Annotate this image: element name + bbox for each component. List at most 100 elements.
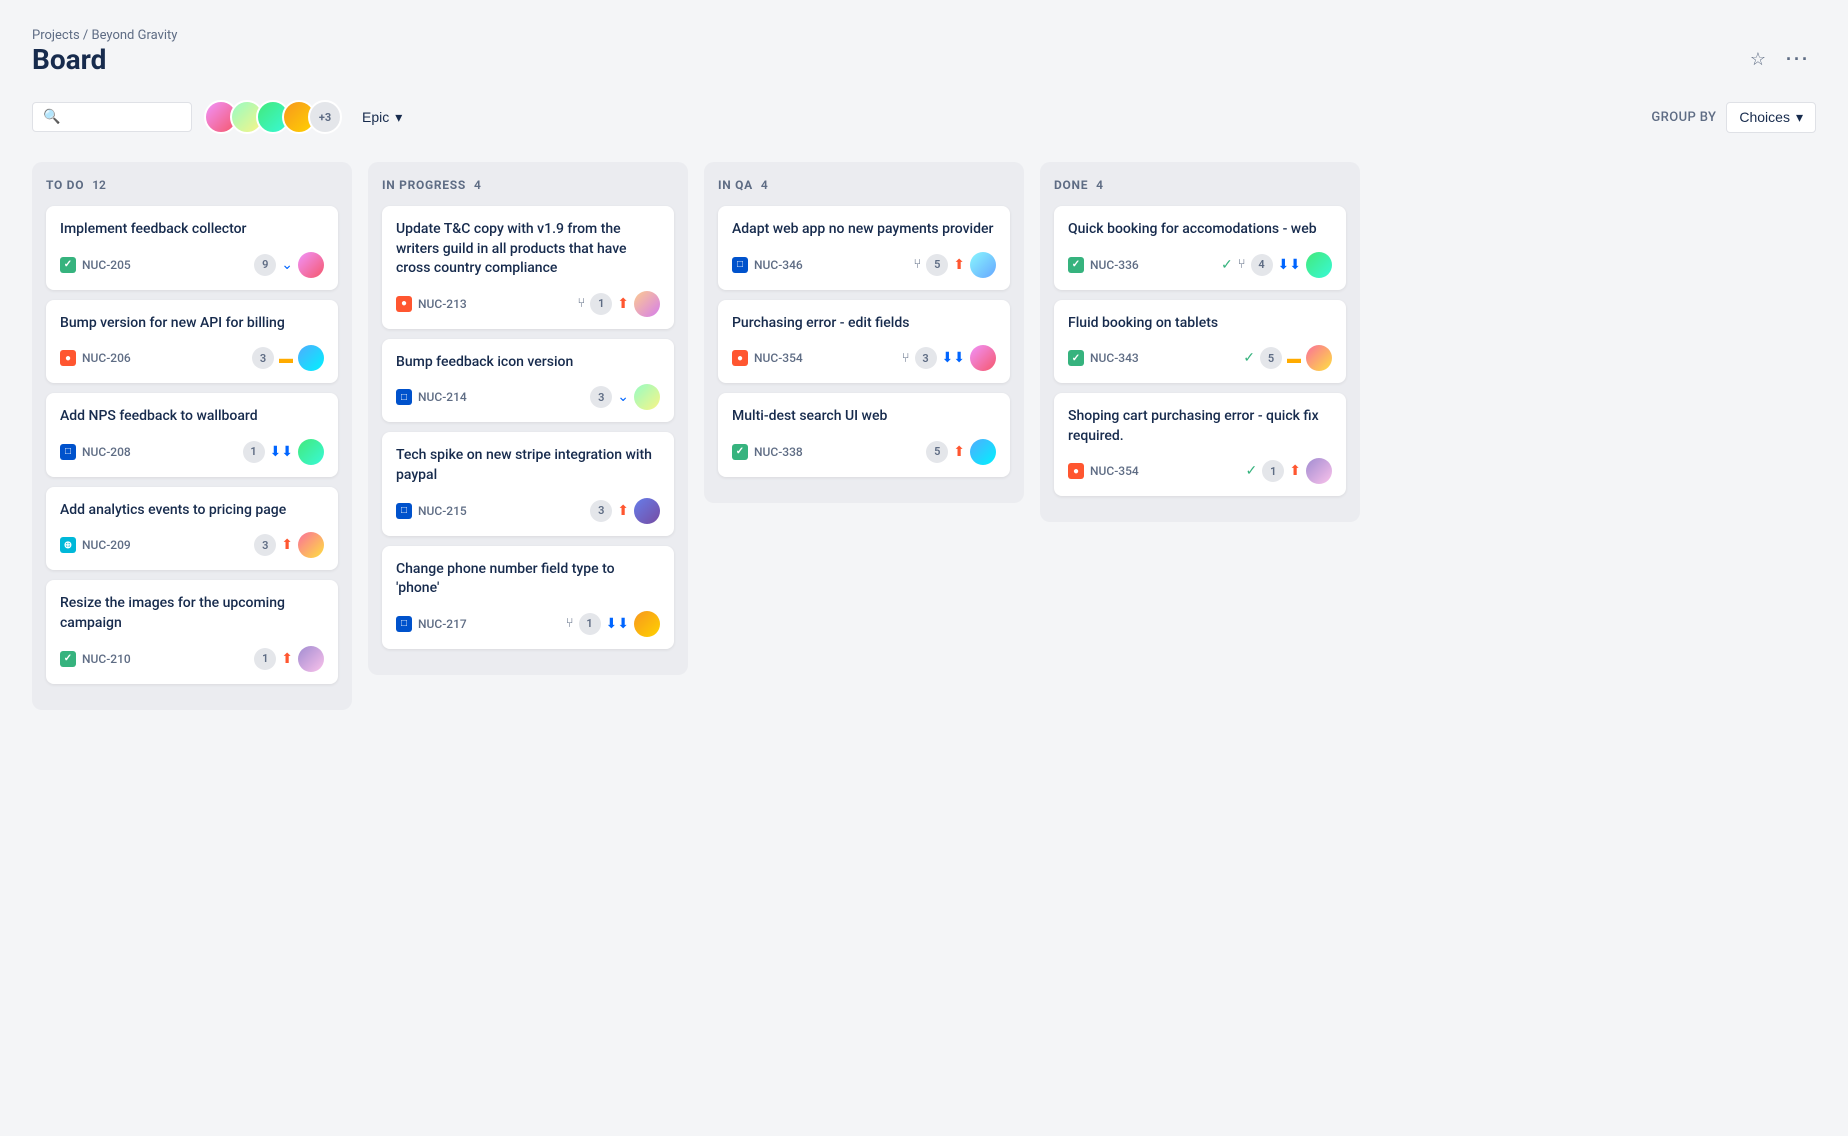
issue-type-icon: ●	[732, 350, 748, 366]
assignee-avatar[interactable]	[298, 439, 324, 465]
card-meta: ✓ ⑂ 4 ⬇⬇	[1221, 252, 1332, 278]
story-points: 5	[926, 254, 948, 276]
card-meta: 3 ⬆	[590, 498, 660, 524]
card[interactable]: Multi-dest search UI web ✓ NUC-338 5 ⬆	[718, 393, 1010, 477]
branch-icon: ⑂	[1238, 257, 1246, 272]
assignee-avatar[interactable]	[970, 439, 996, 465]
card[interactable]: Implement feedback collector ✓ NUC-205 9…	[46, 206, 338, 290]
story-points: 1	[254, 648, 276, 670]
card-meta: ⑂ 1 ⬇⬇	[566, 611, 660, 637]
issue-type-icon: □	[732, 257, 748, 273]
star-button[interactable]: ☆	[1744, 43, 1772, 76]
card-title: Fluid booking on tablets	[1068, 314, 1332, 334]
more-icon: ···	[1786, 49, 1810, 70]
assignee-avatar[interactable]	[298, 532, 324, 558]
assignee-avatar[interactable]	[298, 252, 324, 278]
check-icon: ✓	[1243, 350, 1255, 366]
assignee-avatar[interactable]	[970, 252, 996, 278]
more-button[interactable]: ···	[1780, 43, 1816, 76]
assignee-avatar[interactable]	[1306, 458, 1332, 484]
issue-type-icon: ✓	[60, 651, 76, 667]
issue-id: NUC-214	[418, 390, 467, 404]
column-header: IN PROGRESS 4	[382, 178, 674, 192]
assignee-avatar[interactable]	[634, 498, 660, 524]
story-points: 1	[590, 293, 612, 315]
card[interactable]: Quick booking for accomodations - web ✓ …	[1054, 206, 1346, 290]
epic-filter-button[interactable]: Epic ▾	[354, 103, 410, 132]
card-footer: ✓ NUC-205 9 ⌄	[60, 252, 324, 278]
card-title: Resize the images for the upcoming campa…	[60, 594, 324, 633]
issue-id: NUC-354	[754, 351, 803, 365]
card-meta: 3 ▬	[252, 345, 324, 371]
card[interactable]: Purchasing error - edit fields ● NUC-354…	[718, 300, 1010, 384]
assignee-avatar[interactable]	[298, 646, 324, 672]
assignee-avatar[interactable]	[1306, 345, 1332, 371]
card[interactable]: Add NPS feedback to wallboard □ NUC-208 …	[46, 393, 338, 477]
card[interactable]: Change phone number field type to 'phone…	[382, 546, 674, 649]
priority-low-icon: ⬇⬇	[1278, 257, 1301, 273]
priority-down-icon: ⌄	[281, 257, 293, 273]
choices-dropdown-button[interactable]: Choices ▾	[1726, 102, 1816, 133]
card[interactable]: Bump feedback icon version □ NUC-214 3 ⌄	[382, 339, 674, 423]
story-points: 1	[579, 613, 601, 635]
story-points: 3	[254, 534, 276, 556]
issue-type-icon: ●	[60, 350, 76, 366]
issue-id: NUC-354	[1090, 464, 1139, 478]
card-title: Quick booking for accomodations - web	[1068, 220, 1332, 240]
story-points: 5	[1260, 347, 1282, 369]
story-points: 4	[1251, 254, 1273, 276]
card[interactable]: Fluid booking on tablets ✓ NUC-343 ✓ 5 ▬	[1054, 300, 1346, 384]
assignee-avatar[interactable]	[634, 384, 660, 410]
column-header: TO DO 12	[46, 178, 338, 192]
story-points: 1	[1262, 460, 1284, 482]
card-meta: 1 ⬆	[254, 646, 324, 672]
story-points: 3	[252, 347, 274, 369]
assignee-avatar[interactable]	[634, 291, 660, 317]
card-meta: 3 ⬆	[254, 532, 324, 558]
branch-icon: ⑂	[902, 351, 910, 366]
priority-low-icon: ⬇⬇	[270, 444, 293, 460]
card[interactable]: Shoping cart purchasing error - quick fi…	[1054, 393, 1346, 496]
card-meta: ✓ 1 ⬆	[1246, 458, 1332, 484]
card-meta: 3 ⌄	[590, 384, 660, 410]
card[interactable]: Update T&C copy with v1.9 from the write…	[382, 206, 674, 329]
check-icon: ✓	[1246, 463, 1258, 479]
card[interactable]: Tech spike on new stripe integration wit…	[382, 432, 674, 535]
assignee-avatar[interactable]	[970, 345, 996, 371]
search-box[interactable]: 🔍	[32, 102, 192, 132]
search-icon: 🔍	[43, 109, 60, 125]
priority-high-icon: ⬆	[617, 296, 629, 312]
card-meta: ⑂ 3 ⬇⬇	[902, 345, 996, 371]
card-meta: 9 ⌄	[254, 252, 324, 278]
search-input[interactable]	[66, 109, 181, 125]
column-title: IN QA	[718, 178, 753, 192]
assignee-avatar[interactable]	[634, 611, 660, 637]
card-footer: ● NUC-213 ⑂ 1 ⬆	[396, 291, 660, 317]
card-footer: ✓ NUC-210 1 ⬆	[60, 646, 324, 672]
card-title: Adapt web app no new payments provider	[732, 220, 996, 240]
assignee-avatar[interactable]	[298, 345, 324, 371]
group-by-area: GROUP BY Choices ▾	[1651, 102, 1816, 133]
priority-medium-icon: ▬	[279, 350, 293, 367]
avatar-more[interactable]: +3	[308, 100, 342, 134]
column-title: TO DO	[46, 178, 84, 192]
card[interactable]: Bump version for new API for billing ● N…	[46, 300, 338, 384]
issue-id: NUC-209	[82, 538, 131, 552]
priority-high-icon: ⬆	[1289, 463, 1301, 479]
card-title: Purchasing error - edit fields	[732, 314, 996, 334]
card[interactable]: Adapt web app no new payments provider □…	[718, 206, 1010, 290]
issue-type-icon: □	[60, 444, 76, 460]
column-todo: TO DO 12 Implement feedback collector ✓ …	[32, 162, 352, 710]
story-points: 3	[590, 386, 612, 408]
story-points: 1	[243, 441, 265, 463]
card-title: Add NPS feedback to wallboard	[60, 407, 324, 427]
card-title: Multi-dest search UI web	[732, 407, 996, 427]
card[interactable]: Add analytics events to pricing page ⊕ N…	[46, 487, 338, 571]
card-footer: □ NUC-208 1 ⬇⬇	[60, 439, 324, 465]
column-count: 4	[761, 178, 768, 192]
check-icon: ✓	[1221, 257, 1233, 273]
assignee-avatar[interactable]	[1306, 252, 1332, 278]
card[interactable]: Resize the images for the upcoming campa…	[46, 580, 338, 683]
column-count: 12	[92, 178, 106, 192]
card-title: Shoping cart purchasing error - quick fi…	[1068, 407, 1332, 446]
